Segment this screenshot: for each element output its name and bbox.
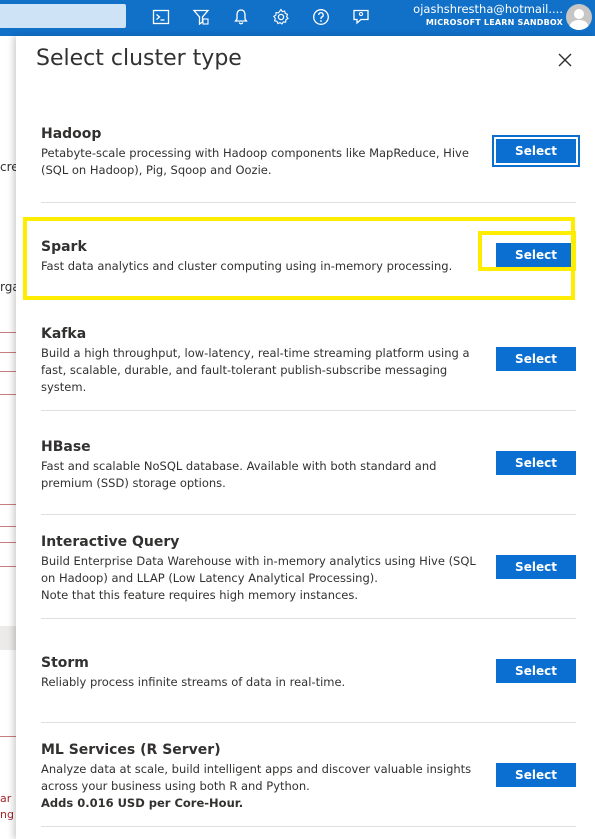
close-icon[interactable] [557, 52, 573, 68]
settings-icon[interactable] [270, 6, 292, 28]
background-divider [0, 371, 16, 372]
select-storm-button[interactable]: Select [496, 659, 576, 683]
background-fragment: ar [0, 792, 12, 805]
select-interactive-query-button[interactable]: Select [496, 555, 576, 579]
cloud-shell-icon[interactable] [150, 6, 172, 28]
cluster-option-kafka: Kafka Build a high throughput, low-laten… [41, 326, 576, 396]
background-divider [0, 526, 16, 527]
account-email: ojashshrestha@hotmail.... [413, 2, 563, 16]
cluster-note: Note that this feature requires high mem… [41, 588, 359, 602]
account-info[interactable]: ojashshrestha@hotmail.... MICROSOFT LEAR… [413, 2, 563, 29]
cluster-description: Petabyte-scale processing with Hadoop co… [41, 146, 469, 177]
cluster-option-storm: Storm Reliably process infinite streams … [41, 655, 576, 691]
search-box[interactable] [0, 4, 126, 28]
background-divider [0, 542, 16, 543]
select-ml-services-button[interactable]: Select [496, 763, 576, 787]
select-kafka-button[interactable]: Select [496, 347, 576, 371]
cluster-option-interactive-query: Interactive Query Build Enterprise Data … [41, 534, 576, 604]
divider [41, 618, 576, 619]
cluster-description: Fast and scalable NoSQL database. Availa… [41, 459, 437, 490]
divider [41, 410, 576, 411]
divider [41, 202, 576, 203]
background-divider [0, 736, 16, 737]
cluster-option-ml-services: ML Services (R Server) Analyze data at s… [41, 742, 576, 812]
cluster-option-spark: Spark Fast data analytics and cluster co… [41, 239, 576, 275]
cluster-option-hbase: HBase Fast and scalable NoSQL database. … [41, 439, 576, 492]
user-silhouette-icon [569, 9, 589, 30]
cluster-name: Kafka [41, 326, 87, 342]
notifications-icon[interactable] [230, 6, 252, 28]
directory-filter-icon[interactable] [190, 6, 212, 28]
select-hadoop-button[interactable]: Select [492, 135, 580, 167]
background-fragment: ng s [0, 808, 16, 821]
panel-title: Select cluster type [36, 46, 242, 71]
select-cluster-type-panel: Select cluster type Hadoop Petabyte-scal… [16, 36, 595, 839]
background-divider [0, 394, 16, 395]
cluster-price-note: Adds 0.016 USD per Core-Hour. [41, 796, 244, 810]
background-divider [0, 332, 16, 333]
avatar[interactable] [566, 4, 592, 30]
select-hbase-button[interactable]: Select [496, 451, 576, 475]
feedback-icon[interactable] [350, 6, 372, 28]
top-bar: ojashshrestha@hotmail.... MICROSOFT LEAR… [0, 0, 595, 36]
background-band [0, 626, 16, 650]
divider [41, 514, 576, 515]
background-page: cre rga ar ng s [0, 36, 16, 839]
divider [41, 826, 576, 827]
cluster-description: Analyze data at scale, build intelligent… [41, 762, 472, 793]
background-divider [0, 352, 16, 353]
cluster-description: Build Enterprise Data Warehouse with in-… [41, 554, 476, 585]
cluster-description: Fast data analytics and cluster computin… [41, 259, 453, 273]
cluster-name: Interactive Query [41, 534, 180, 550]
cluster-name: ML Services (R Server) [41, 742, 221, 758]
divider [41, 722, 576, 723]
cluster-description: Build a high throughput, low-latency, re… [41, 346, 470, 394]
background-divider [0, 566, 16, 567]
background-divider [0, 504, 16, 505]
help-icon[interactable] [310, 6, 332, 28]
background-fragment: cre [0, 160, 16, 174]
cluster-description: Reliably process infinite streams of dat… [41, 675, 346, 689]
select-spark-button[interactable]: Select [496, 243, 576, 267]
account-directory: MICROSOFT LEARN SANDBOX [425, 18, 563, 27]
background-fragment: rga [0, 280, 16, 294]
cluster-option-hadoop: Hadoop Petabyte-scale processing with Ha… [41, 126, 580, 179]
